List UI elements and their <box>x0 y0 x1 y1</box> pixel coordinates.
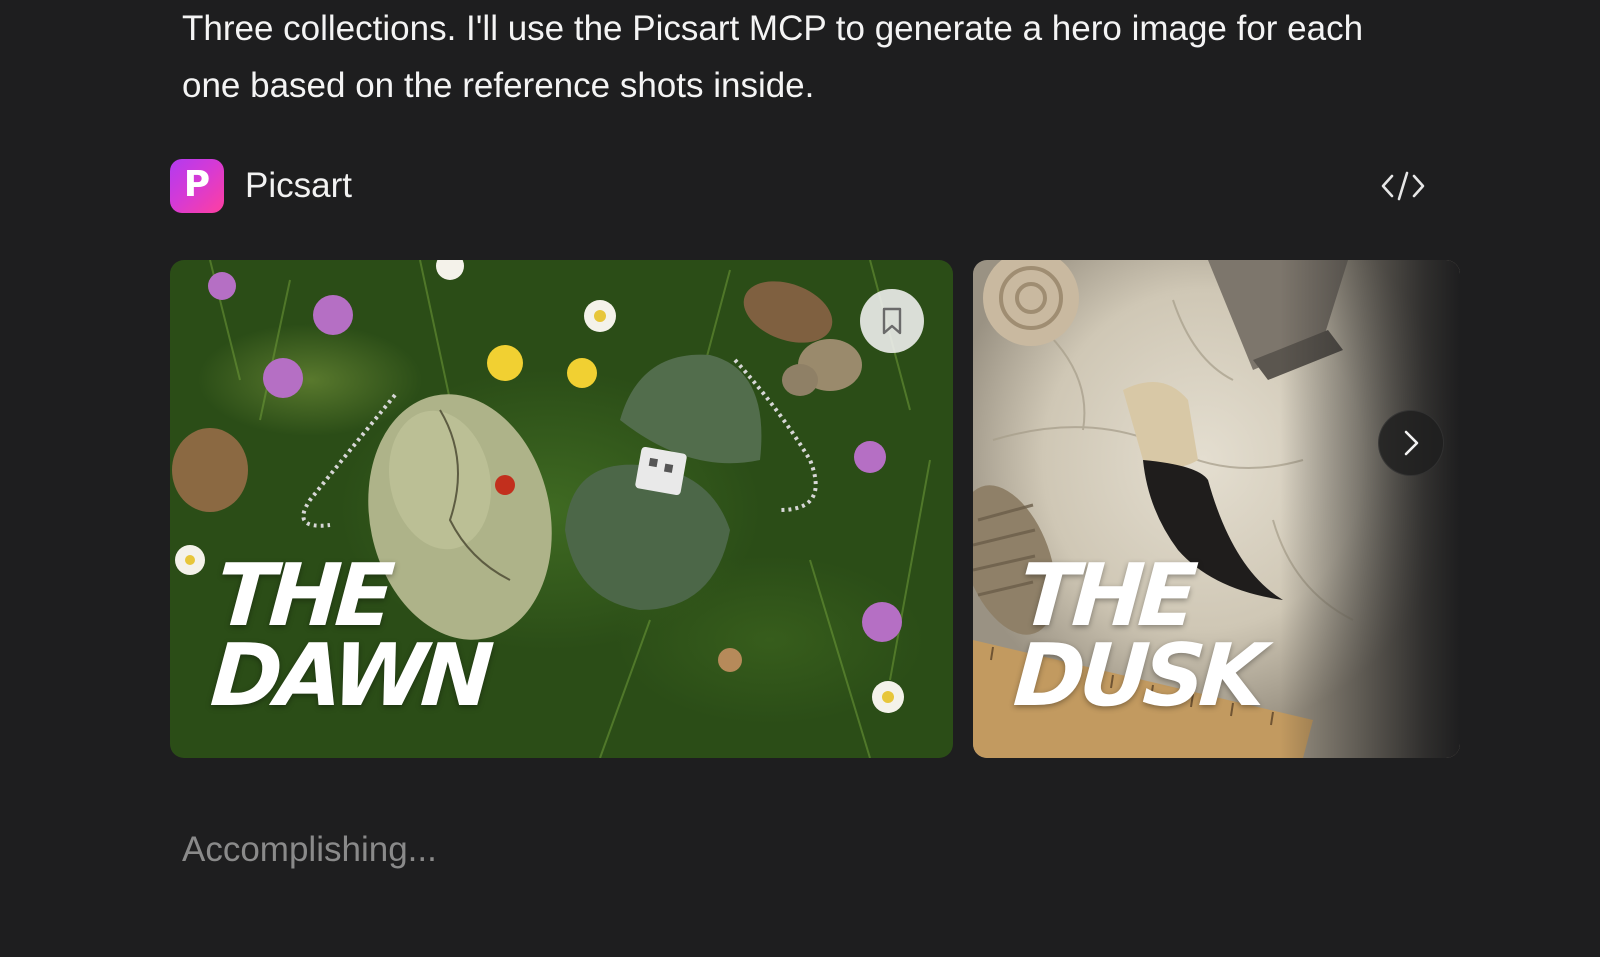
logo-letter: P <box>183 164 211 205</box>
card-title-dawn: THE DAWN <box>207 546 495 726</box>
card-title-line: THE <box>1016 546 1195 646</box>
assistant-message: Three collections. I'll use the Picsart … <box>182 9 1364 105</box>
image-card-dusk[interactable]: THE DUSK <box>973 260 1460 758</box>
card-title-line: THE <box>213 546 392 646</box>
chat-page: Three collections. I'll use the Picsart … <box>0 0 1600 957</box>
image-card-dawn[interactable]: THE DAWN <box>170 260 953 758</box>
card-title-dusk: THE DUSK <box>1010 546 1268 726</box>
card-title-line: DUSK <box>1010 626 1264 726</box>
bookmark-button[interactable] <box>860 289 924 353</box>
status-text: Accomplishing... <box>182 830 437 869</box>
card-title-line: DAWN <box>207 626 491 726</box>
bookmark-icon <box>882 307 902 335</box>
image-carousel: THE DAWN THE DUSK <box>170 260 1460 758</box>
picsart-logo-icon: P <box>170 159 224 213</box>
carousel-next-button[interactable] <box>1378 410 1444 476</box>
tool-name: Picsart <box>245 166 352 205</box>
chevron-right-icon <box>1404 430 1419 456</box>
tool-header: P Picsart <box>170 158 1430 214</box>
view-code-button[interactable] <box>1376 159 1430 213</box>
code-brackets-icon <box>1381 171 1425 201</box>
card-edge-fade <box>1280 260 1460 758</box>
